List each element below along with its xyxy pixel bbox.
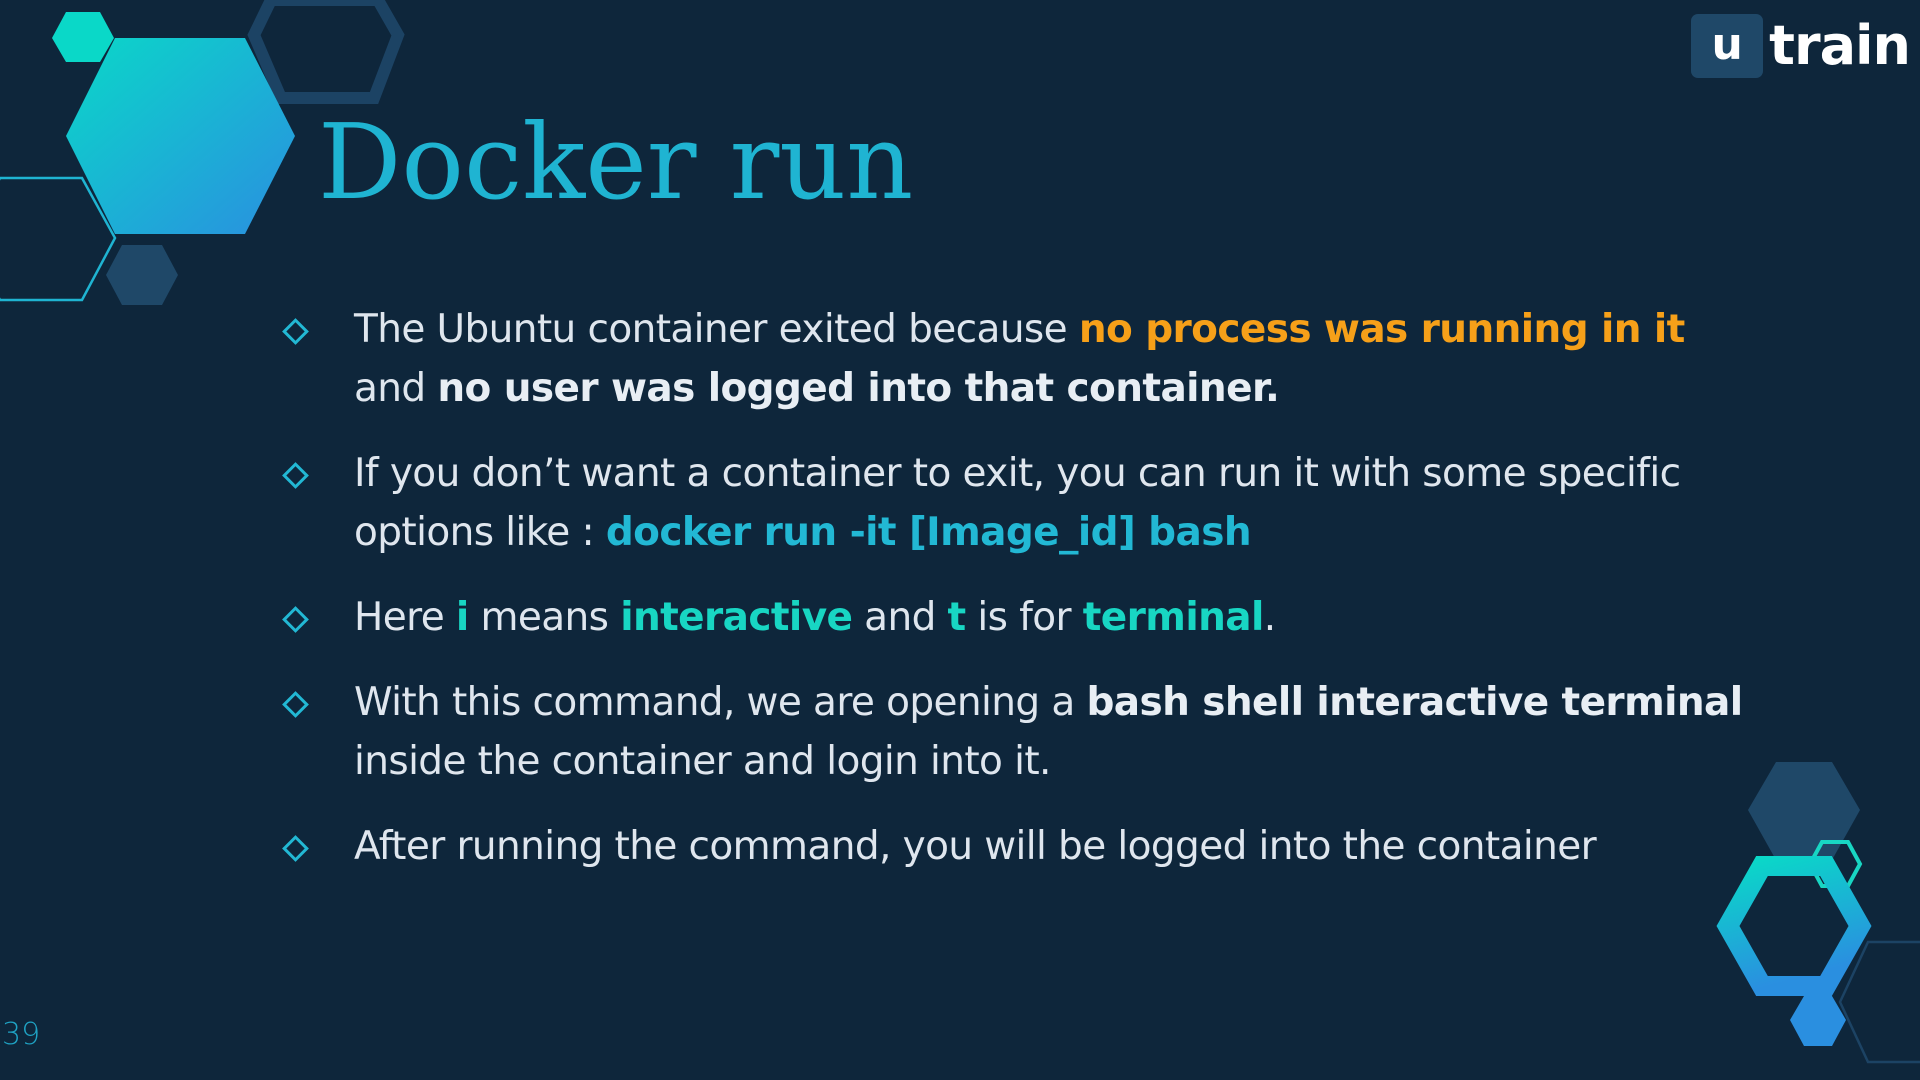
bullet-item: After running the command, you will be l…	[278, 817, 1758, 876]
bullet-item: Here i means interactive and t is for te…	[278, 588, 1758, 647]
hexagon-small-teal	[52, 12, 114, 62]
logo-mark: u	[1691, 14, 1764, 78]
diamond-bullet-icon	[282, 691, 309, 718]
text-segment: Here	[354, 595, 456, 640]
hexagon-outline-dark	[247, 0, 405, 104]
bullet-text: Here i means interactive and t is for te…	[354, 588, 1276, 647]
hexagon-small-dark	[106, 245, 178, 305]
text-segment: and	[852, 595, 948, 640]
text-segment: means	[468, 595, 621, 640]
bullet-item: The Ubuntu container exited because no p…	[278, 300, 1758, 418]
highlight-green: terminal	[1082, 595, 1265, 640]
text-segment: .	[1263, 595, 1276, 640]
highlight-bold: no user was logged into that container.	[437, 366, 1280, 411]
text-segment: After running the command, you will be l…	[354, 824, 1597, 869]
highlight-green: i	[455, 595, 469, 640]
highlight-orange: no process was running in it	[1078, 307, 1685, 352]
bullet-text: After running the command, you will be l…	[354, 817, 1597, 876]
diamond-bullet-icon	[282, 462, 309, 489]
diamond-bullet-icon	[282, 606, 309, 633]
diamond-bullet-icon	[282, 318, 309, 345]
command-highlight: docker run -it [Image_id] bash	[605, 510, 1252, 555]
highlight-bold: bash shell interactive terminal	[1086, 680, 1743, 725]
text-segment: inside the container and login into it.	[354, 739, 1051, 784]
hexagon-small-blue	[1790, 996, 1846, 1046]
bullet-text: The Ubuntu container exited because no p…	[354, 300, 1758, 418]
bullet-text: With this command, we are opening a bash…	[354, 673, 1758, 791]
highlight-green: t	[947, 595, 967, 640]
highlight-green: interactive	[620, 595, 853, 640]
text-segment: With this command, we are opening a	[354, 680, 1087, 725]
slide-title: Docker run	[318, 101, 914, 223]
diamond-bullet-icon	[282, 835, 309, 862]
text-segment: The Ubuntu container exited because	[354, 307, 1079, 352]
bullet-item: If you don’t want a container to exit, y…	[278, 444, 1758, 562]
bullet-text: If you don’t want a container to exit, y…	[354, 444, 1758, 562]
text-segment: is for	[965, 595, 1083, 640]
text-segment: and	[354, 366, 438, 411]
bullet-item: With this command, we are opening a bash…	[278, 673, 1758, 791]
page-number: 39	[2, 1017, 41, 1052]
bullet-list: The Ubuntu container exited because no p…	[278, 300, 1758, 902]
hexagon-large-gradient	[66, 38, 295, 234]
hexagon-dark	[1748, 762, 1860, 860]
logo-wordmark: train	[1769, 14, 1911, 77]
utrain-logo: u train	[1691, 14, 1911, 78]
